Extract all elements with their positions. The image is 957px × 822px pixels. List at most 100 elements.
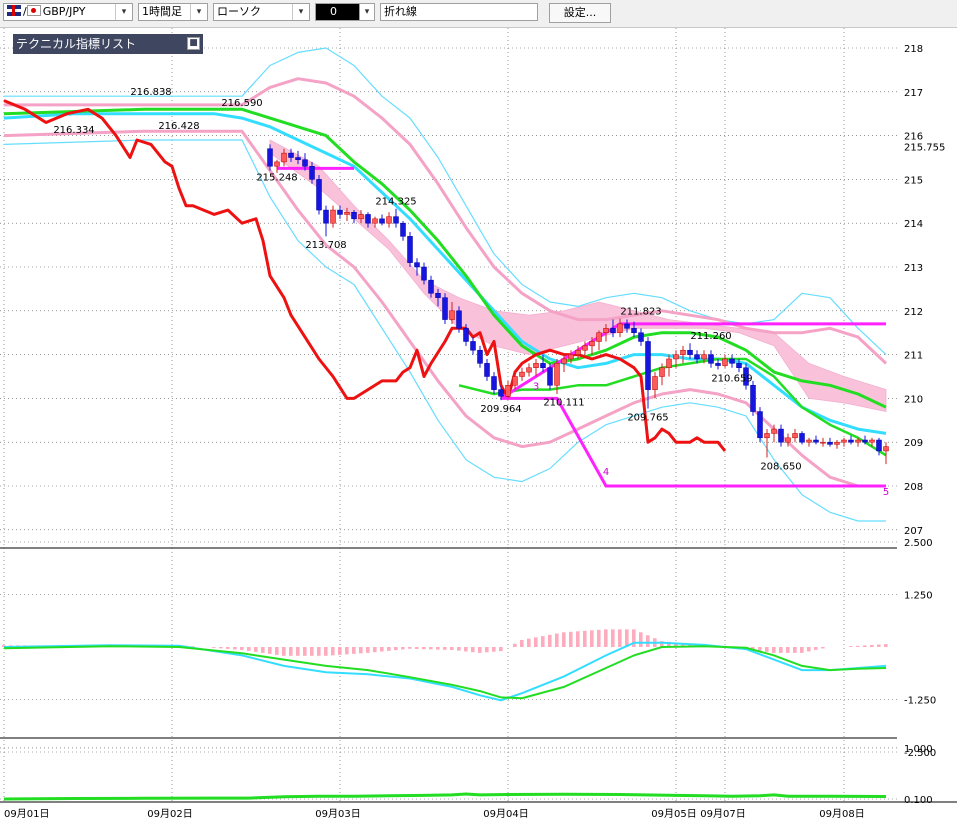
oscillator-bar [457, 647, 461, 651]
oscillator-bar [373, 647, 377, 653]
candle-body [358, 214, 364, 220]
price-label: 216.428 [158, 121, 199, 132]
oscillator-bar [534, 637, 538, 647]
price-axis-tick: 208 [904, 482, 923, 493]
oscillator-bar [856, 645, 860, 647]
candle-body [701, 354, 707, 360]
price-axis-tick: 218 [904, 44, 923, 55]
oscillator-bar [548, 634, 552, 647]
price-label: 210.111 [543, 398, 584, 409]
candle-body [547, 367, 553, 386]
oscillator-bar [289, 647, 293, 656]
technical-indicator-list[interactable]: テクニカル指標リスト ■ [13, 34, 203, 54]
oscillator-bar [436, 647, 440, 650]
oscillator-bar [884, 644, 888, 647]
indicator-axis-tick: 0.100 [904, 795, 933, 806]
candle-body [351, 212, 357, 220]
oscillator-bar [485, 647, 489, 653]
wave-label: 3 [533, 382, 539, 393]
candle-body [883, 446, 889, 452]
candle-body [309, 166, 315, 180]
lower-indicator-panel: 0.100 1.000 [3, 744, 933, 806]
oscillator-bar [779, 647, 783, 653]
oscillator-bar [352, 647, 356, 654]
candle-body [750, 385, 756, 412]
oscillator-bar [555, 633, 559, 647]
candle-body [288, 152, 294, 158]
chart-canvas[interactable]: 216.838 216.590 216.334 216.428 215.248 214.3… [0, 0, 957, 822]
oscillator-bar [471, 647, 475, 653]
candle-body [470, 341, 476, 351]
price-label: 211.823 [620, 307, 661, 318]
candle-body [463, 328, 469, 342]
oscillator-bar [429, 647, 433, 650]
candle-body [645, 341, 651, 390]
date-tick: 09月07日 [700, 808, 745, 820]
candle-body [771, 428, 777, 434]
oscillator-bar [401, 647, 405, 650]
candle-body [407, 236, 413, 263]
oscillator-bar [569, 631, 573, 647]
candle-body [757, 411, 763, 439]
price-axis-tick: 216 [904, 132, 923, 143]
date-tick: 09月03日 [315, 808, 360, 820]
candle-body [687, 349, 693, 355]
candle-body [659, 367, 665, 377]
oscillator-bar [247, 647, 251, 651]
candle-body [589, 341, 595, 347]
candle-body [610, 328, 616, 333]
candle-body [624, 323, 630, 329]
candle-body [652, 376, 658, 390]
oscillator-bar [583, 630, 587, 647]
oscillator-bar [877, 644, 881, 647]
oscillator-bar [800, 647, 804, 653]
oscillator-bar [618, 629, 622, 647]
candle-body [729, 358, 735, 364]
oscillator-bar [863, 645, 867, 647]
candle-body [540, 363, 546, 368]
candle-body [666, 358, 672, 368]
candle-body [449, 310, 455, 320]
oscillator-bar [639, 632, 643, 647]
oscillator-bar [366, 647, 370, 653]
oscillator-bar [814, 647, 818, 650]
candle-body [477, 349, 483, 364]
oscillator-bar [275, 647, 279, 655]
oscillator-bar [625, 629, 629, 647]
candle-body [316, 179, 322, 211]
price-axis-tick: 215 [904, 175, 923, 186]
candle-body [512, 376, 518, 386]
candle-body [414, 262, 420, 268]
candle-body [505, 385, 511, 397]
indicator-axis-tick: 1.000 [904, 744, 933, 755]
candle-body [428, 279, 434, 294]
price-label: 215.248 [256, 172, 297, 183]
candle-body [400, 222, 406, 237]
oscillator-bar [646, 635, 650, 647]
candle-body [267, 148, 273, 167]
technical-indicator-list-label: テクニカル指標リスト [16, 37, 137, 51]
price-axis-tick: 212 [904, 307, 923, 318]
price-label: 209.964 [480, 404, 521, 415]
price-axis-tick: 207 [904, 526, 923, 537]
candle-body [869, 439, 875, 443]
candle-body [484, 363, 490, 377]
candle-body [603, 328, 609, 333]
price-axis-tick: 209 [904, 438, 923, 449]
oscillator-bar [261, 647, 265, 653]
candle-body [491, 376, 497, 390]
minimize-icon[interactable]: ■ [187, 37, 200, 50]
oscillator-bar [387, 647, 391, 651]
oscillator-bar [394, 647, 398, 651]
oscillator-bar [765, 647, 769, 652]
candle-body [533, 363, 539, 368]
oscillator-bar [226, 647, 230, 649]
candle-body [274, 161, 280, 167]
oscillator-bar [464, 647, 468, 652]
price-labels: 216.838 216.590 216.334 216.428 215.248 214.3… [53, 87, 889, 498]
oscillator-bar [513, 643, 517, 647]
oscillator-bar [310, 647, 314, 656]
candle-body [561, 358, 567, 364]
candle-body [855, 439, 861, 443]
candle-body [526, 367, 532, 373]
